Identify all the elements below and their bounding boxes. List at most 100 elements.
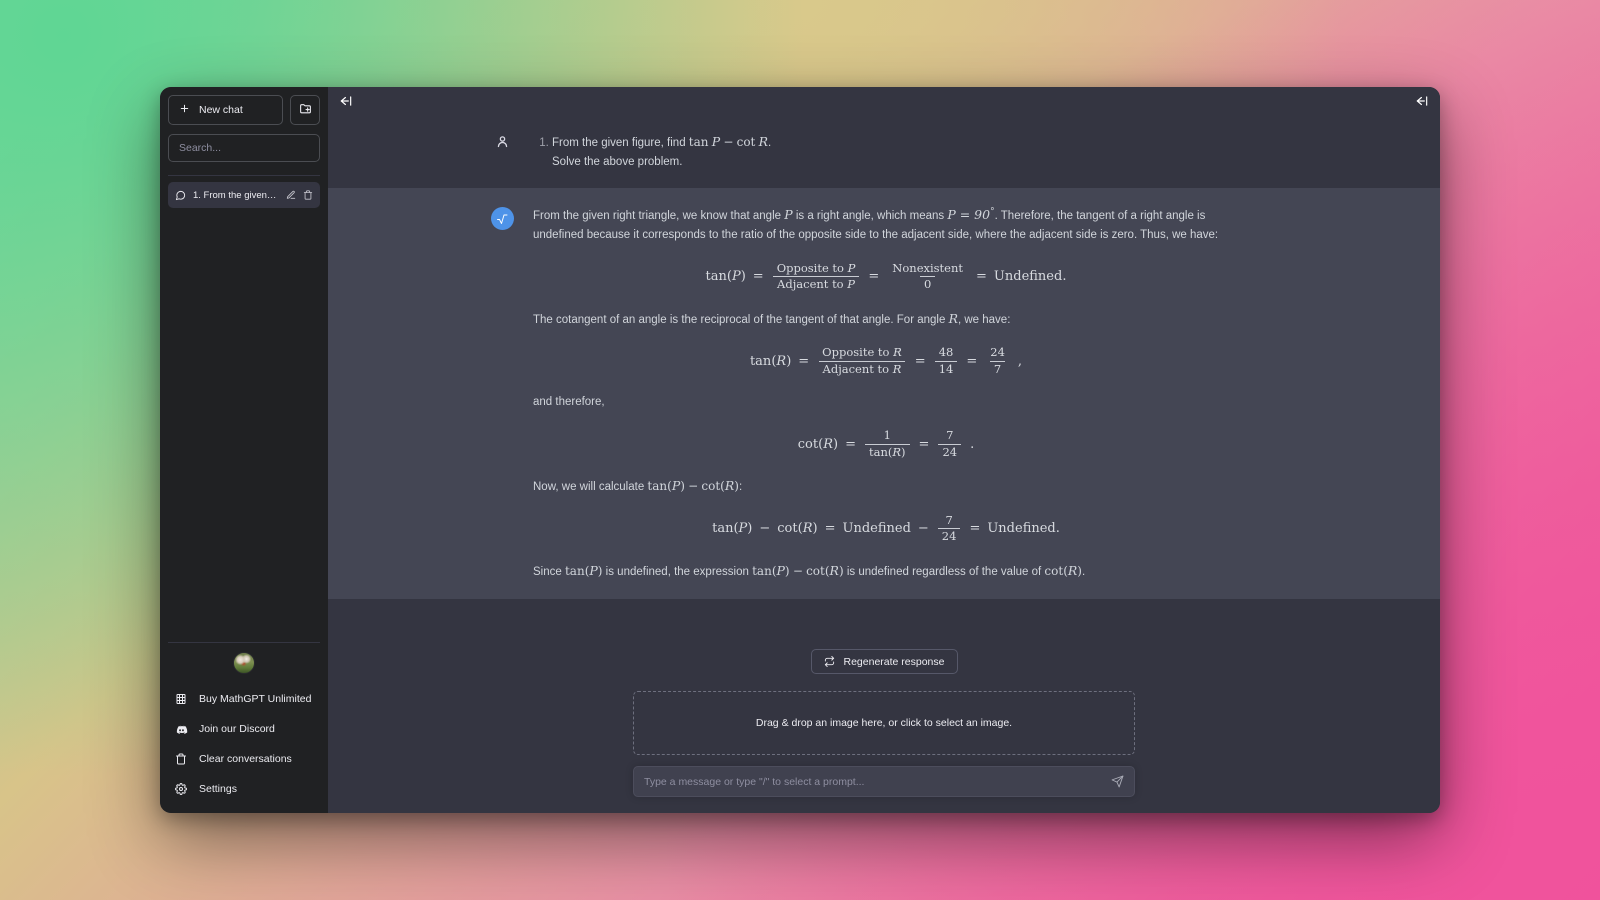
math-tan: tan xyxy=(688,135,709,149)
eq3-f1-den-arg: R xyxy=(892,444,902,459)
math-R-2: R xyxy=(1067,562,1078,578)
math-R: R xyxy=(829,562,839,578)
regenerate-label: Regenerate response xyxy=(843,655,945,668)
eq2-fraction-3: 24 7 xyxy=(986,346,1009,376)
chat-input[interactable] xyxy=(644,775,1111,788)
conversation-title: 1. From the given figur... xyxy=(193,189,279,201)
prompt-line-2: Solve the above problem. xyxy=(552,155,683,168)
eq2-fn: tan xyxy=(749,353,772,369)
sidebar-item-settings[interactable]: Settings xyxy=(168,774,320,804)
gear-icon xyxy=(174,783,188,795)
eq1-fraction-1: Opposite to P Adjacent to P xyxy=(773,260,860,292)
chat-input-row[interactable] xyxy=(633,766,1135,797)
eq4-rhs: Undefined. xyxy=(987,521,1060,537)
eq2-f2-num: 48 xyxy=(938,345,954,360)
math-P: P xyxy=(671,478,681,494)
math-P: P xyxy=(589,562,598,578)
math-minus: − xyxy=(792,563,803,578)
main-panel: From the given figure, find tan P − cot … xyxy=(328,87,1440,813)
eq1-f2-num: Nonexistent xyxy=(892,260,964,275)
eq3-fraction-1: 1 tan(R) xyxy=(864,428,910,459)
sidebar-item-buy-unlimited[interactable]: Buy MathGPT Unlimited xyxy=(168,684,320,714)
eq2-f1-num: Opposite to xyxy=(822,345,890,360)
sidebar: New chat 1. From the given figur... xyxy=(160,87,328,813)
eq1-f1-den-var: P xyxy=(847,277,856,292)
para5-c: is undefined regardless of the value of xyxy=(843,565,1045,578)
eq1-equals-2: = xyxy=(868,269,880,285)
math-cot: cot xyxy=(736,135,756,149)
image-dropzone[interactable]: Drag & drop an image here, or click to s… xyxy=(633,691,1135,755)
math-minus: − xyxy=(723,135,734,149)
user-message: From the given figure, find tan P − cot … xyxy=(328,115,1440,189)
assistant-paragraph-5: Since tan(P) is undefined, the expressio… xyxy=(533,562,1086,578)
eq4-equals-2: = xyxy=(969,521,981,537)
pencil-icon[interactable] xyxy=(286,190,296,200)
para1-b: is a right angle, which means xyxy=(792,210,948,223)
eq1-equals: = xyxy=(752,269,764,285)
list-item[interactable]: 1. From the given figur... xyxy=(168,182,320,208)
eq2-equals-2: = xyxy=(914,353,926,369)
eq1-rhs: Undefined. xyxy=(993,269,1067,285)
eq3-tail: . xyxy=(970,436,975,452)
para5-d: . xyxy=(1081,565,1086,578)
assistant-paragraph-1: From the given right triangle, we know t… xyxy=(533,205,1239,244)
eq2-fraction-2: 48 14 xyxy=(934,345,958,376)
trash-icon[interactable] xyxy=(303,190,313,200)
sidebar-item-clear-conversations[interactable]: Clear conversations xyxy=(168,744,320,774)
footer-divider xyxy=(168,642,320,643)
eq4-arg2: R xyxy=(802,521,813,537)
para4-a: Now, we will calculate xyxy=(533,481,648,494)
assistant-message-body: From the given right triangle, we know t… xyxy=(533,205,1239,581)
sidebar-item-label: Clear conversations xyxy=(199,753,292,765)
prompt-text: From the given figure, find xyxy=(552,137,689,149)
avatar[interactable] xyxy=(233,652,255,674)
eq2-fraction-1: Opposite to R Adjacent to R xyxy=(818,345,906,376)
eq4-minus-2: − xyxy=(917,521,929,537)
folder-plus-icon xyxy=(299,102,312,118)
composer-wrapper: Drag & drop an image here, or click to s… xyxy=(633,691,1135,797)
new-folder-button[interactable] xyxy=(290,95,320,125)
regenerate-response-button[interactable]: Regenerate response xyxy=(810,649,958,674)
assistant-paragraph-3: and therefore, xyxy=(533,396,605,409)
eq3-fraction-2: 7 24 xyxy=(938,428,962,460)
collapse-left-icon[interactable] xyxy=(339,94,353,108)
eq3-equals: = xyxy=(845,436,856,452)
prompt-line-1: From the given figure, find tan P − cot … xyxy=(552,132,1239,153)
sidebar-divider xyxy=(168,175,320,176)
eq3-f2-num: 7 xyxy=(946,428,954,442)
eq4-minus: − xyxy=(759,521,771,537)
eq4-undefined-1: Undefined xyxy=(842,521,911,537)
sidebar-item-label: Settings xyxy=(199,783,237,795)
eq2-arg: R xyxy=(776,353,787,369)
eq4-fn1: tan xyxy=(712,521,734,537)
eq2-equals: = xyxy=(798,353,810,369)
conversation-list: 1. From the given figur... xyxy=(168,182,320,642)
collapse-right-icon[interactable] xyxy=(1415,94,1429,108)
equation-2: tan(R) = Opposite to R Adjacent to R = 4… xyxy=(749,345,1023,376)
eq4-f-num: 7 xyxy=(945,512,953,527)
eq1-f1-num: Opposite to xyxy=(776,260,844,275)
math-minus: − xyxy=(688,479,699,494)
equation-1: tan(P) = Opposite to P Adjacent to P = N… xyxy=(705,260,1067,292)
top-bar xyxy=(328,87,1440,115)
search-input[interactable] xyxy=(168,134,320,162)
math-P: P xyxy=(784,207,793,223)
eq3-f2-den: 24 xyxy=(938,443,962,460)
sidebar-item-label: Buy MathGPT Unlimited xyxy=(199,693,312,705)
eq4-f-den: 24 xyxy=(937,528,961,544)
eq1-fn: tan xyxy=(705,269,727,285)
eq2-f3-den: 7 xyxy=(989,360,1006,377)
eq3-f1-den-fn: tan xyxy=(868,444,888,459)
eq4-fn2: cot xyxy=(777,521,798,537)
dropzone-label: Drag & drop an image here, or click to s… xyxy=(755,717,1013,729)
para2-a: The cotangent of an angle is the recipro… xyxy=(533,313,949,326)
user-icon xyxy=(495,134,510,171)
send-button[interactable] xyxy=(1111,775,1124,788)
eq2-f1-den: Adjacent to xyxy=(822,361,890,376)
sidebar-top-actions: New chat xyxy=(168,95,320,125)
eq1-f1-num-var: P xyxy=(847,260,856,275)
new-chat-button[interactable]: New chat xyxy=(168,95,283,125)
sidebar-item-discord[interactable]: Join our Discord xyxy=(168,714,320,744)
math-cot-2: cot xyxy=(1044,563,1064,578)
eq1-equals-3: = xyxy=(976,269,987,285)
